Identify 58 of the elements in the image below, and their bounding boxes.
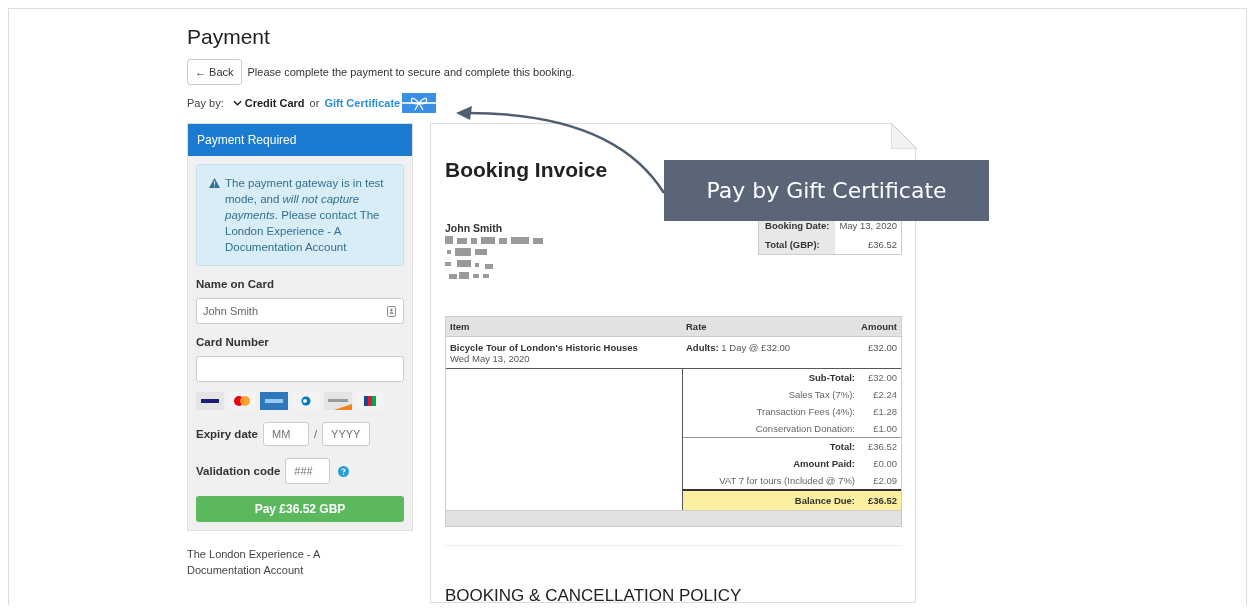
total-label: Sub-Total: (808, 372, 855, 383)
total-label: Amount Paid: (793, 458, 855, 469)
page-title: Payment (187, 25, 271, 49)
policy-heading: BOOKING & CANCELLATION POLICY (445, 586, 743, 605)
item-name: Bicycle Tour of London's Historic Houses (450, 342, 639, 353)
gift-icon[interactable] (402, 93, 437, 113)
column-header: Amount (860, 321, 897, 332)
gift-certificate-link[interactable]: Gift Certificate (324, 97, 401, 109)
item-amount: £32.00 (866, 342, 897, 355)
column-header: Rate (686, 321, 708, 332)
total-value: £32.00 (866, 372, 897, 383)
summary-value: £36.52 (835, 235, 902, 255)
field-label: Expiry date (196, 428, 258, 440)
total-label: Sales Tax (7%): (788, 389, 855, 400)
total-label: Total: (829, 441, 855, 452)
customer-name: John Smith (445, 222, 504, 234)
item-date: Wed May 13, 2020 (450, 353, 531, 364)
total-value: £2.09 (872, 475, 897, 486)
total-value: £2.24 (872, 389, 897, 400)
total-label: Balance Due: (794, 495, 855, 506)
panel-header: Payment Required (188, 124, 412, 156)
total-value: £36.52 (866, 495, 897, 506)
column-header: Item (450, 321, 471, 332)
total-value: £0.00 (872, 458, 897, 469)
cvv-field[interactable]: ### (285, 458, 331, 484)
discover-card-icon (324, 392, 352, 410)
or-text: or (309, 97, 320, 109)
field-label: Validation code (196, 465, 281, 477)
alert-text: The payment gateway is in test mode, and will not capture payments. Please contact The London Experience - A Documentation Account (225, 176, 385, 255)
year-field[interactable]: YYYY (322, 422, 371, 446)
visa-card-icon (196, 392, 224, 410)
help-icon[interactable] (338, 465, 350, 477)
page-fold-drawing (891, 123, 917, 149)
total-label: Conservation Donation: (755, 423, 855, 434)
total-value: £1.28 (872, 406, 897, 417)
intro-text: Please complete the payment to secure and complete this booking. (247, 66, 575, 78)
total-value: £1.00 (872, 423, 897, 434)
summary-label: Total (GBP): (758, 235, 836, 255)
merchant-name: The London Experience - A Documentation Account (187, 547, 321, 578)
warning-icon (209, 178, 220, 188)
pay-by-label: Pay by: (187, 97, 224, 109)
total-value: £36.52 (866, 441, 897, 452)
field-label: Name on Card (196, 278, 275, 290)
card-number-field[interactable] (196, 356, 404, 382)
item-rate: Adults: 1 Day @ £32.00 (686, 342, 792, 355)
chevron-icon (232, 100, 242, 106)
name-field[interactable]: John Smith (196, 298, 404, 324)
field-label: Card Number (196, 336, 270, 348)
total-label: VAT 7 for tours (Included @ 7%) (719, 475, 855, 486)
callout-label: Pay by Gift Certificate (664, 160, 989, 221)
credit-card-toggle[interactable]: Credit Card (228, 97, 305, 109)
amex-card-icon (260, 392, 288, 410)
back-button[interactable]: ← Back (187, 59, 242, 85)
invoice-title: Booking Invoice (445, 158, 609, 182)
date-separator: / (314, 428, 318, 440)
contact-card-icon (387, 306, 396, 317)
total-label: Transaction Fees (4%): (756, 406, 855, 417)
month-field[interactable]: MM (263, 422, 309, 446)
